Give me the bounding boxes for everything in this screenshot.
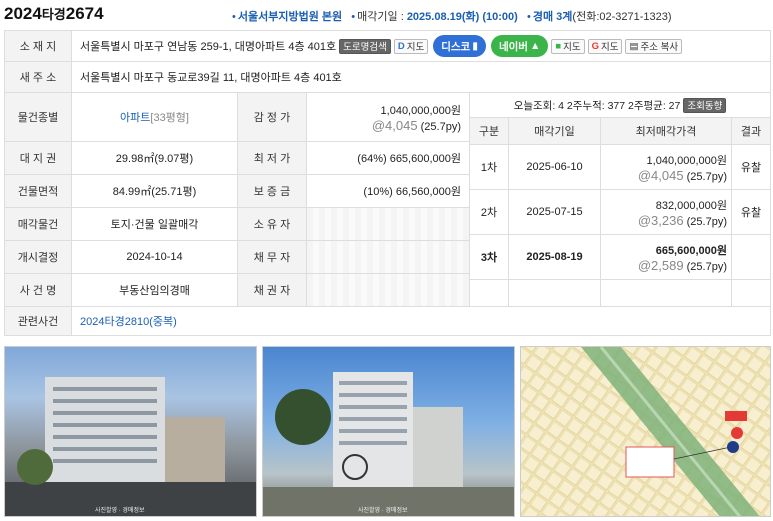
- sale-item-label: 매각물건: [4, 207, 72, 241]
- min-price-label: 최 저 가: [237, 141, 307, 175]
- appraisal-value: 1,040,000,000원: [380, 104, 461, 117]
- views-stats: 오늘조회: 4 2주누적: 377 2주평균: 27: [513, 99, 681, 112]
- min-price-value: (64%) 665,600,000원: [306, 141, 470, 175]
- related-case-row: 2024타경2810(중복): [71, 306, 771, 336]
- case-number: 2024타경2674: [4, 4, 104, 23]
- kind-link[interactable]: 아파트: [120, 109, 150, 125]
- naver-map-button[interactable]: ■ 지도: [551, 38, 585, 54]
- debtor-label: 채 무 자: [237, 240, 307, 274]
- round-price-value: 1,040,000,000원: [646, 154, 727, 167]
- appraisal-cell: 1,040,000,000원 @4,045 (25.7py): [306, 92, 470, 142]
- disco-button[interactable]: 디스코 ▮: [433, 35, 486, 57]
- round-price-value: 832,000,000원: [655, 199, 727, 212]
- round-price: 1,040,000,000원 @4,045 (25.7py): [600, 144, 732, 190]
- owner-label: 소 유 자: [237, 207, 307, 241]
- deposit-label: 보 증 금: [237, 174, 307, 208]
- address-label: 소 재 지: [4, 30, 72, 62]
- rounds-empty-cell: [508, 279, 601, 307]
- round-price: 832,000,000원 @3,236 (25.7py): [600, 189, 732, 235]
- land-label: 대 지 권: [4, 141, 72, 175]
- road-search-button[interactable]: 도로명검색: [339, 38, 391, 54]
- owner-value-redacted: [306, 207, 470, 241]
- copy-address-button[interactable]: ▤ 주소 복사: [625, 38, 683, 54]
- home-icon: ▲: [529, 40, 541, 52]
- deposit-value: (10%) 66,560,000원: [306, 174, 470, 208]
- building-photo-2[interactable]: 사진촬영 · 경매정보: [262, 346, 515, 517]
- rounds-header-result: 결과: [731, 117, 771, 145]
- rounds-empty-cell: [731, 279, 771, 307]
- naver-button[interactable]: 네이버 ▲: [490, 35, 549, 57]
- case-name-value: 부동산임의경매: [71, 273, 238, 307]
- appraisal-unit: @4,045: [371, 117, 418, 133]
- views-trend-button[interactable]: 조회동향: [683, 97, 727, 113]
- round-price-value: 665,600,000원: [655, 244, 727, 257]
- round-result: 유찰: [731, 189, 771, 235]
- google-icon: G: [591, 40, 599, 52]
- creditor-value-redacted: [306, 273, 470, 307]
- debtor-value-redacted: [306, 240, 470, 274]
- case-meta: • 서울서부지방법원 본원 • 매각기일 : 2025.08.19(화) (10:0…: [232, 11, 672, 23]
- google-map-button[interactable]: G 지도: [587, 38, 623, 54]
- round-no: 2차: [469, 189, 509, 235]
- building-photo-1[interactable]: 사진촬영 · 경매정보: [4, 346, 257, 517]
- round-date: 2025-06-10: [508, 144, 601, 190]
- round-price-py: (25.7py): [686, 170, 727, 183]
- related-case-label: 관련사건: [4, 306, 72, 336]
- round-price-py: (25.7py): [686, 260, 727, 273]
- location-map[interactable]: [520, 346, 771, 517]
- photo-caption: 사진촬영 · 경매정보: [358, 508, 408, 514]
- round-no: 3차: [469, 234, 509, 280]
- round-no: 1차: [469, 144, 509, 190]
- kind-label: 물건종별: [4, 92, 72, 142]
- land-value: 29.98㎡(9.07평): [71, 141, 238, 175]
- rounds-empty-cell: [600, 279, 732, 307]
- round-date: 2025-08-19: [508, 234, 601, 280]
- building-area-label: 건물면적: [4, 174, 72, 208]
- new-address-label: 새 주 소: [4, 61, 72, 93]
- appraisal-label: 감 정 가: [237, 92, 307, 142]
- bar-chart-icon: ▮: [472, 40, 478, 52]
- kind-value: 아파트 [33평형]: [71, 92, 238, 142]
- building-area-value: 84.99㎡(25.71평): [71, 174, 238, 208]
- sale-item-value: 토지·건물 일괄매각: [71, 207, 238, 241]
- rounds-header-date: 매각기일: [508, 117, 601, 145]
- copy-icon: ▤: [629, 40, 639, 52]
- round-price-py: (25.7py): [686, 215, 727, 228]
- round-date: 2025-07-15: [508, 189, 601, 235]
- address-row: 서울특별시 마포구 연남동 259-1, 대명아파트 4층 401호 도로명검색…: [71, 30, 771, 62]
- naver-map-icon: ■: [555, 40, 562, 52]
- sale-date: 2025.08.19(화) (10:00): [406, 11, 518, 23]
- rounds-header-price: 최저매각가격: [600, 117, 732, 145]
- building-photo-1-image: [5, 377, 256, 516]
- rounds-empty-cell: [469, 279, 509, 307]
- map-icon: D: [397, 40, 405, 52]
- court-name[interactable]: 서울서부지방법원 본원: [238, 11, 342, 23]
- start-decision-label: 개시결정: [4, 240, 72, 274]
- photo-caption: 사진촬영 · 경매정보: [95, 508, 145, 514]
- auction-dept: 경매 3계: [532, 11, 573, 23]
- appraisal-py: (25.7py): [420, 120, 461, 133]
- round-result: [731, 234, 771, 280]
- new-address-value: 서울특별시 마포구 동교로39길 11, 대명아파트 4층 401호: [71, 61, 771, 93]
- round-price-unit: @3,236: [637, 212, 684, 228]
- address-value: 서울특별시 마포구 연남동 259-1, 대명아파트 4층 401호: [80, 41, 337, 53]
- case-header: 2024타경2674 • 서울서부지방법원 본원 • 매각기일 : 2025.08.…: [0, 0, 773, 28]
- round-price: 665,600,000원 @2,589 (25.7py): [600, 234, 732, 280]
- case-name-label: 사 건 명: [4, 273, 72, 307]
- location-map-image: [521, 347, 770, 516]
- round-result: 유찰: [731, 144, 771, 190]
- round-price-unit: @2,589: [637, 257, 684, 273]
- start-decision-value: 2024-10-14: [71, 240, 238, 274]
- creditor-label: 채 권 자: [237, 273, 307, 307]
- related-case-link[interactable]: 2024타경2810(중복): [80, 313, 177, 329]
- map-button[interactable]: D 지도: [393, 38, 429, 54]
- views-row: 오늘조회: 4 2주누적: 377 2주평균: 27 조회동향: [469, 92, 771, 118]
- round-price-unit: @4,045: [637, 167, 684, 183]
- rounds-header-no: 구분: [469, 117, 509, 145]
- building-photo-2-image: [263, 372, 514, 516]
- kind-size: [33평형]: [150, 112, 189, 124]
- dept-phone: (전화:02-3271-1323): [572, 11, 672, 23]
